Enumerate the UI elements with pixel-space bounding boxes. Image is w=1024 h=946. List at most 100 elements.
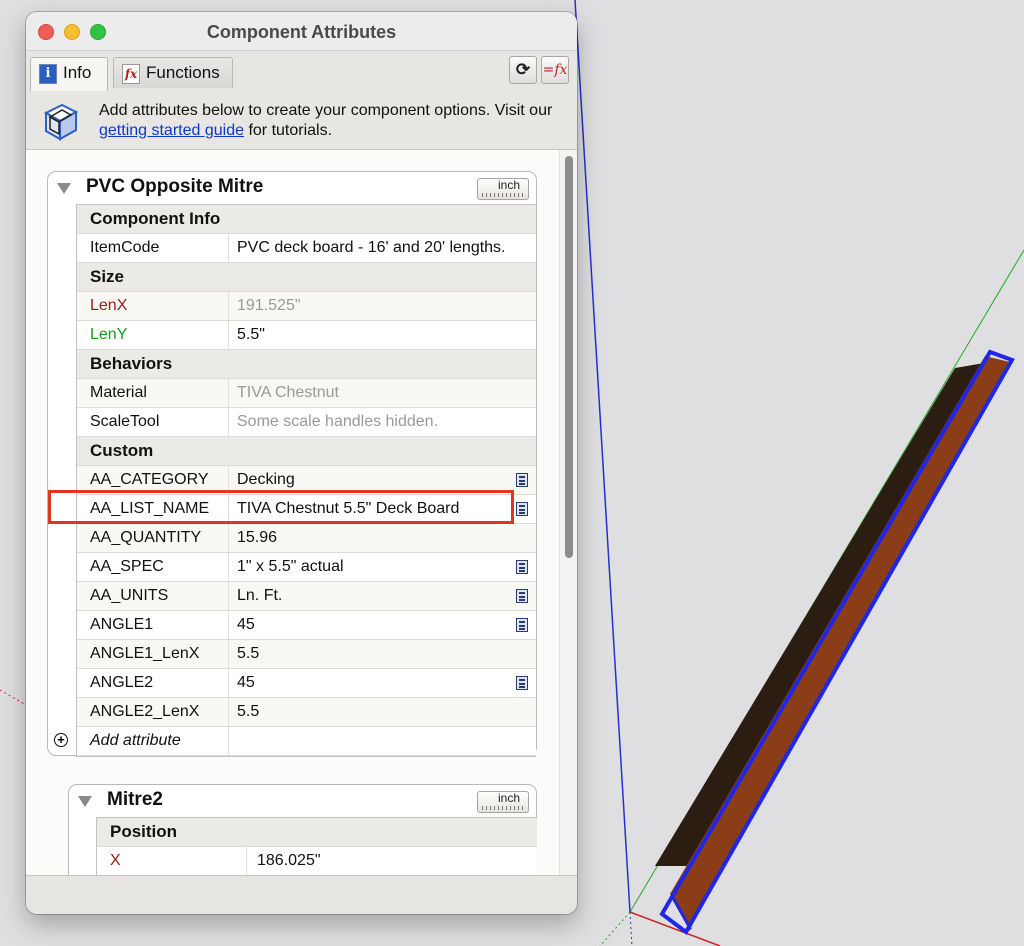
collapse-triangle-icon[interactable] [57, 183, 71, 194]
attribute-name: ANGLE2 [90, 674, 154, 691]
attribute-name: AA_UNITS [90, 587, 169, 604]
banner-text: Add attributes below to create your comp… [99, 101, 569, 141]
section-header[interactable]: Component Info [77, 205, 536, 234]
options-list-icon[interactable] [516, 618, 528, 632]
options-list-icon[interactable] [516, 589, 528, 603]
scrollbar-thumb[interactable] [565, 156, 573, 558]
attribute-row[interactable]: AA_CATEGORY Decking [77, 466, 536, 495]
attribute-value[interactable]: 45 [237, 611, 255, 639]
attribute-name: LenX [90, 297, 128, 314]
refresh-button[interactable]: ⟳ [509, 56, 537, 84]
red-axis-dotted [0, 689, 27, 706]
attribute-row[interactable]: ANGLE1 45 [77, 611, 536, 640]
attribute-name: AA_LIST_NAME [90, 500, 210, 517]
section-title: Component Info [90, 209, 221, 228]
attribute-row[interactable]: X 186.025" [97, 847, 537, 876]
collapse-triangle-icon[interactable] [78, 796, 92, 807]
getting-started-link[interactable]: getting started guide [99, 122, 244, 139]
tab-functions-label: Functions [146, 63, 220, 82]
title-bar[interactable]: Component Attributes [26, 12, 577, 51]
attribute-value[interactable]: TIVA Chestnut 5.5" Deck Board [237, 495, 459, 523]
attribute-name: ItemCode [90, 239, 160, 256]
attribute-row[interactable]: Material TIVA Chestnut [77, 379, 536, 408]
section-header[interactable]: Position [97, 818, 537, 847]
attribute-value[interactable]: 191.525" [237, 292, 301, 320]
attribute-value[interactable]: 1" x 5.5" actual [237, 553, 344, 581]
component-name: Mitre2 [107, 789, 163, 810]
ruler-icon [482, 193, 524, 197]
attribute-row[interactable]: AA_LIST_NAME TIVA Chestnut 5.5" Deck Boar… [77, 495, 536, 524]
attribute-name: X [110, 852, 121, 869]
tab-functions[interactable]: fx Functions [113, 57, 233, 88]
component-panel: Mitre2 inch Position X 186.025" [68, 784, 537, 876]
info-banner: Add attributes below to create your comp… [26, 99, 577, 150]
attribute-value[interactable]: 15.96 [237, 524, 277, 552]
section-title: Position [110, 822, 178, 841]
tab-info[interactable]: i Info [30, 57, 108, 91]
attribute-row[interactable]: AA_SPEC 1" x 5.5" actual [77, 553, 536, 582]
blue-axis-dotted [629, 911, 633, 946]
options-list-icon[interactable] [516, 676, 528, 690]
attribute-value[interactable]: 5.5" [237, 321, 265, 349]
component-header[interactable]: PVC Opposite Mitre inch [48, 172, 536, 204]
component-cube-icon [43, 103, 79, 141]
tab-info-label: Info [63, 63, 92, 82]
attributes-grid: Position X 186.025" [96, 817, 537, 876]
green-axis-dotted [599, 911, 631, 946]
attribute-row[interactable]: ScaleTool Some scale handles hidden. [77, 408, 536, 437]
options-list-icon[interactable] [516, 473, 528, 487]
section-header[interactable]: Behaviors [77, 350, 536, 379]
section-title: Behaviors [90, 354, 173, 373]
attribute-value[interactable]: Decking [237, 466, 295, 494]
window-title: Component Attributes [206, 22, 397, 42]
attribute-value[interactable]: 5.5 [237, 698, 259, 726]
attribute-row[interactable]: LenX 191.525" [77, 292, 536, 321]
options-list-icon[interactable] [516, 502, 528, 516]
banner-text-suffix: for tutorials. [244, 122, 333, 139]
attribute-value[interactable]: Some scale handles hidden. [237, 408, 438, 436]
section-title: Size [90, 267, 125, 286]
attribute-value[interactable]: 45 [237, 669, 255, 697]
banner-text-prefix: Add attributes below to create your comp… [99, 102, 553, 119]
attribute-value[interactable]: PVC deck board - 16' and 20' lengths. [237, 234, 506, 262]
units-button[interactable]: inch [477, 178, 529, 200]
section-header[interactable]: Size [77, 263, 536, 292]
attribute-name: Material [90, 384, 147, 401]
component-header[interactable]: Mitre2 inch [69, 785, 536, 817]
ruler-icon [482, 806, 524, 810]
attribute-row[interactable]: LenY 5.5" [77, 321, 536, 350]
add-circle-icon[interactable]: + [54, 733, 68, 747]
section-header[interactable]: Custom [77, 437, 536, 466]
attribute-name: AA_SPEC [90, 558, 164, 575]
add-attribute-label[interactable]: Add attribute [90, 727, 181, 755]
options-list-icon[interactable] [516, 560, 528, 574]
blue-axis-line [574, 0, 631, 913]
vertical-scrollbar[interactable] [559, 150, 577, 876]
attribute-name: ANGLE1 [90, 616, 154, 633]
component-panel: PVC Opposite Mitre inch Component Info I… [47, 171, 537, 757]
red-axis-line [629, 911, 721, 946]
attribute-value[interactable]: 5.5 [237, 640, 259, 668]
attribute-value[interactable]: TIVA Chestnut [237, 379, 339, 407]
attribute-row[interactable]: AA_UNITS Ln. Ft. [77, 582, 536, 611]
attribute-value[interactable]: 186.025" [257, 847, 321, 875]
attribute-row[interactable]: ANGLE1_LenX 5.5 [77, 640, 536, 669]
units-label: inch [497, 178, 520, 192]
attribute-name: ANGLE2_LenX [90, 703, 200, 720]
deck-board-wood-face [670, 356, 1010, 928]
attribute-value[interactable]: Ln. Ft. [237, 582, 282, 610]
units-button[interactable]: inch [477, 791, 529, 813]
attribute-name: LenY [90, 326, 128, 343]
attribute-name: AA_CATEGORY [90, 471, 209, 488]
attribute-row[interactable]: ANGLE2_LenX 5.5 [77, 698, 536, 727]
attribute-name: ANGLE1_LenX [90, 645, 200, 662]
component-attributes-window: Component Attributes i Info fx Functions… [26, 12, 577, 914]
attribute-row[interactable]: ItemCode PVC deck board - 16' and 20' len… [77, 234, 536, 263]
attribute-row[interactable]: ANGLE2 45 [77, 669, 536, 698]
function-icon: fx [122, 64, 140, 84]
add-attribute-row[interactable]: + Add attribute [54, 727, 536, 756]
tab-bar: i Info fx Functions ⟳ =fx [26, 51, 577, 99]
attribute-row[interactable]: AA_QUANTITY 15.96 [77, 524, 536, 553]
attributes-scroll-area[interactable]: PVC Opposite Mitre inch Component Info I… [26, 150, 559, 876]
formula-button[interactable]: =fx [541, 56, 569, 84]
